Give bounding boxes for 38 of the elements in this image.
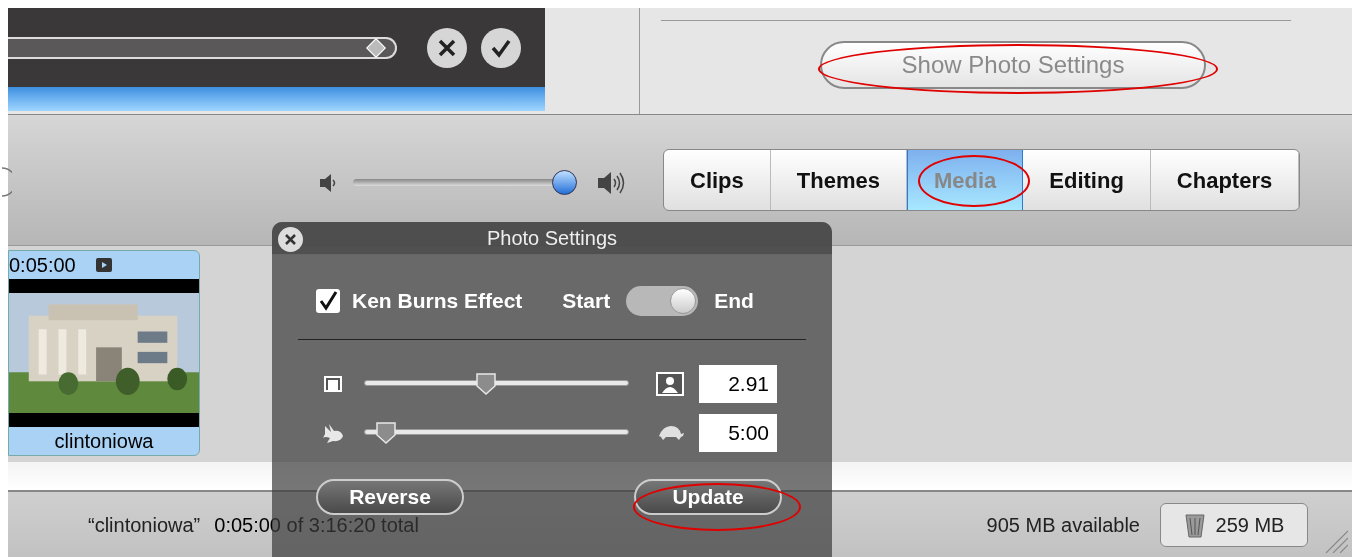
trash-button[interactable]: 259 MB bbox=[1160, 502, 1308, 547]
clip-card[interactable]: 0:05:00 clintoniowa bbox=[8, 250, 200, 456]
cancel-button[interactable] bbox=[427, 27, 467, 68]
end-label: End bbox=[714, 288, 754, 314]
tab[interactable]: Clips bbox=[664, 150, 771, 210]
disk-space-label: 905 MB available bbox=[986, 512, 1140, 538]
trash-icon bbox=[1183, 511, 1206, 538]
checkmark-icon bbox=[318, 290, 338, 311]
checkbox[interactable] bbox=[316, 288, 340, 313]
volume-high-icon bbox=[596, 169, 626, 196]
clip-name-label: “clintoniowa” bbox=[88, 512, 201, 538]
small-frame-icon bbox=[323, 374, 343, 393]
scrubber-track[interactable] bbox=[8, 36, 397, 59]
confirm-button[interactable] bbox=[481, 27, 521, 68]
panel-button[interactable]: Reverse bbox=[316, 478, 464, 515]
volume-thumb[interactable] bbox=[551, 170, 577, 195]
clip-duration: 0:05:00 bbox=[9, 253, 76, 278]
start-label: Start bbox=[562, 288, 611, 314]
film-icon bbox=[95, 258, 112, 272]
checkmark-icon bbox=[491, 37, 511, 58]
panel-title: Photo Settings bbox=[486, 226, 618, 251]
tab[interactable]: Chapters bbox=[1150, 150, 1300, 210]
tab[interactable]: Editing bbox=[1023, 150, 1151, 210]
value-field[interactable]: 2.91 bbox=[699, 364, 777, 403]
close-button[interactable] bbox=[278, 227, 303, 252]
volume-low-icon bbox=[318, 171, 338, 194]
start-end-toggle[interactable] bbox=[626, 285, 699, 316]
close-icon bbox=[285, 234, 296, 245]
slider-thumb[interactable] bbox=[375, 420, 398, 445]
value-field[interactable]: 5:00 bbox=[699, 413, 777, 452]
clip-name: clintoniowa bbox=[54, 429, 154, 454]
slider-thumb[interactable] bbox=[474, 371, 497, 396]
ken-burns-label: Ken Burns Effect bbox=[352, 288, 523, 314]
large-frame-icon bbox=[654, 370, 685, 397]
tab[interactable]: Themes bbox=[770, 150, 907, 210]
close-icon bbox=[438, 38, 456, 57]
panel-button[interactable]: Update bbox=[634, 478, 782, 515]
partial-button-icon bbox=[0, 167, 12, 197]
